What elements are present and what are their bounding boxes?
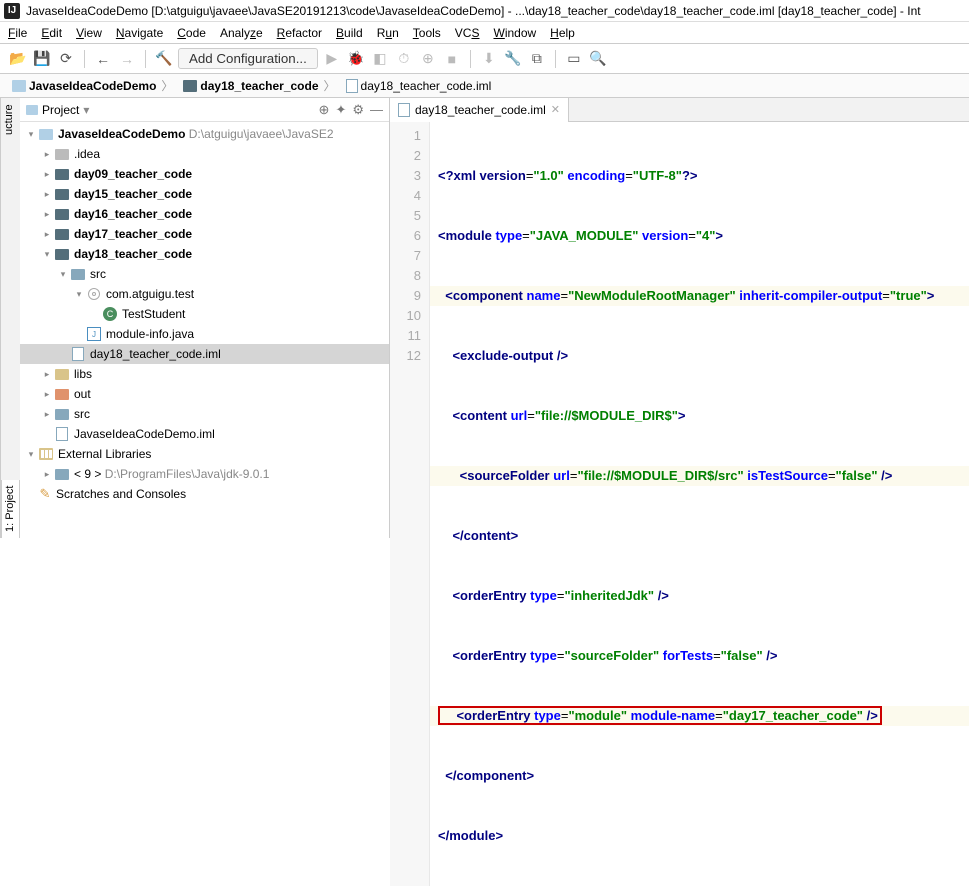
code-area[interactable]: 123456789101112 <?xml version="1.0" enco… (390, 122, 969, 886)
debug-icon[interactable]: 🐞 (346, 49, 366, 69)
profiler-icon[interactable]: ⏱ (394, 49, 414, 69)
project-tree[interactable]: ▾JavaseIdeaCodeDemo D:\atguigu\javaee\Ja… (20, 122, 389, 538)
ide-icon[interactable]: ▭ (564, 49, 584, 69)
separator (145, 50, 146, 68)
search-icon[interactable]: 🔍 (588, 49, 608, 69)
module-folder-icon (183, 80, 197, 92)
attach-icon[interactable]: ⊕ (418, 49, 438, 69)
forward-icon[interactable]: → (117, 49, 137, 69)
project-panel: Project ▾ ⊕ ✦ ⚙ — ▾JavaseIdeaCodeDemo D:… (20, 98, 390, 538)
tab-iml[interactable]: day18_teacher_code.iml ✕ (390, 98, 569, 122)
refresh-icon[interactable]: ⟳ (56, 49, 76, 69)
locate-icon[interactable]: ⊕ (319, 102, 330, 118)
menu-edit[interactable]: Edit (41, 26, 62, 40)
xml-file-icon (398, 103, 410, 117)
open-icon[interactable]: 📂 (8, 49, 28, 69)
toolbar: 📂 💾 ⟳ ← → 🔨 Add Configuration... ▶ 🐞 ◧ ⏱… (0, 44, 969, 74)
side-tab-structure[interactable]: ucture (1, 98, 20, 141)
menu-file[interactable]: FFileile (8, 26, 27, 40)
code-content[interactable]: <?xml version="1.0" encoding="UTF-8"?> <… (430, 122, 969, 886)
crumb-file[interactable]: day18_teacher_code.iml (342, 79, 496, 93)
highlighted-line: <orderEntry type="module" module-name="d… (438, 706, 882, 725)
window-title: JavaseIdeaCodeDemo [D:\atguigu\javaee\Ja… (26, 4, 921, 18)
tree-srcroot[interactable]: ▸src (20, 404, 389, 424)
menu-tools[interactable]: Tools (413, 26, 441, 40)
tree-day17[interactable]: ▸day17_teacher_code (20, 224, 389, 244)
tree-day16[interactable]: ▸day16_teacher_code (20, 204, 389, 224)
tree-root[interactable]: ▾JavaseIdeaCodeDemo D:\atguigu\javaee\Ja… (20, 124, 389, 144)
back-icon[interactable]: ← (93, 49, 113, 69)
tree-iml-file[interactable]: day18_teacher_code.iml (20, 344, 389, 364)
gutter: 123456789101112 (390, 122, 430, 886)
tree-class[interactable]: CTestStudent (20, 304, 389, 324)
menu-view[interactable]: View (76, 26, 102, 40)
title-bar: IJ JavaseIdeaCodeDemo [D:\atguigu\javaee… (0, 0, 969, 22)
panel-header: Project ▾ ⊕ ✦ ⚙ — (20, 98, 389, 122)
tree-jdk[interactable]: ▸< 9 > D:\ProgramFiles\Java\jdk-9.0.1 (20, 464, 389, 484)
vcs-update-icon[interactable]: ⬇ (479, 49, 499, 69)
tree-module-info[interactable]: Jmodule-info.java (20, 324, 389, 344)
tree-day18[interactable]: ▾day18_teacher_code (20, 244, 389, 264)
hide-icon[interactable]: — (370, 102, 383, 118)
project-icon (26, 105, 38, 115)
side-tab-project[interactable]: 1: Project (1, 480, 20, 538)
menu-vcs[interactable]: VCS (455, 26, 480, 40)
tab-label: day18_teacher_code.iml (415, 103, 546, 117)
breadcrumb: JavaseIdeaCodeDemo〉 day18_teacher_code〉 … (0, 74, 969, 98)
crumb-module[interactable]: day18_teacher_code〉 (179, 77, 339, 94)
tree-day15[interactable]: ▸day15_teacher_code (20, 184, 389, 204)
editor: day18_teacher_code.iml ✕ 123456789101112… (390, 98, 969, 538)
tree-idea[interactable]: ▸.idea (20, 144, 389, 164)
tree-out[interactable]: ▸out (20, 384, 389, 404)
menu-bar: FFileile Edit View Navigate Code Analyze… (0, 22, 969, 44)
structure-icon[interactable]: ⧉ (527, 49, 547, 69)
menu-build[interactable]: Build (336, 26, 363, 40)
menu-run[interactable]: Run (377, 26, 399, 40)
panel-title[interactable]: Project ▾ (26, 103, 89, 117)
separator (84, 50, 85, 68)
xml-file-icon (346, 79, 358, 93)
separator (470, 50, 471, 68)
close-icon[interactable]: ✕ (551, 103, 560, 116)
tree-src[interactable]: ▾src (20, 264, 389, 284)
separator (555, 50, 556, 68)
tree-day09[interactable]: ▸day09_teacher_code (20, 164, 389, 184)
left-gutter: 1: Project ucture (0, 98, 20, 538)
menu-window[interactable]: Window (493, 26, 536, 40)
tree-root-iml[interactable]: JavaseIdeaCodeDemo.iml (20, 424, 389, 444)
app-logo-icon: IJ (4, 3, 20, 19)
main-area: 1: Project ucture Project ▾ ⊕ ✦ ⚙ — ▾Jav… (0, 98, 969, 538)
folder-icon (12, 80, 26, 92)
stop-icon[interactable]: ■ (442, 49, 462, 69)
crumb-root[interactable]: JavaseIdeaCodeDemo〉 (8, 77, 177, 94)
menu-analyze[interactable]: Analyze (220, 26, 263, 40)
save-icon[interactable]: 💾 (32, 49, 52, 69)
menu-refactor[interactable]: Refactor (277, 26, 322, 40)
menu-navigate[interactable]: Navigate (116, 26, 163, 40)
collapse-icon[interactable]: ⚙ (352, 102, 364, 118)
menu-help[interactable]: Help (550, 26, 575, 40)
build-icon[interactable]: 🔨 (154, 49, 174, 69)
coverage-icon[interactable]: ◧ (370, 49, 390, 69)
tree-scratches[interactable]: ✎Scratches and Consoles (20, 484, 389, 504)
scratch-icon: ✎ (38, 487, 52, 501)
menu-code[interactable]: Code (177, 26, 206, 40)
expand-icon[interactable]: ✦ (335, 102, 346, 118)
tree-external-libs[interactable]: ▾External Libraries (20, 444, 389, 464)
add-configuration-button[interactable]: Add Configuration... (178, 48, 318, 69)
tree-libs[interactable]: ▸libs (20, 364, 389, 384)
run-icon[interactable]: ▶ (322, 49, 342, 69)
wrench-icon[interactable]: 🔧 (503, 49, 523, 69)
tree-package[interactable]: ▾com.atguigu.test (20, 284, 389, 304)
editor-tabs: day18_teacher_code.iml ✕ (390, 98, 969, 122)
